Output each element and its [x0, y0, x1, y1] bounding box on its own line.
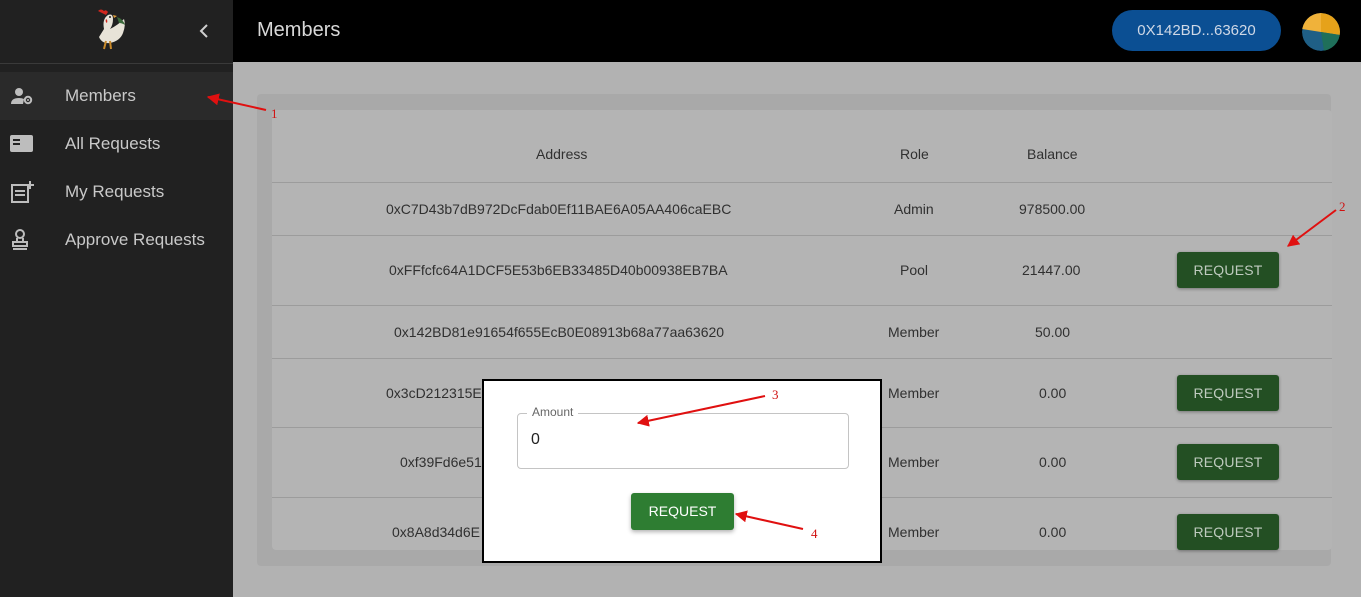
sidebar-header — [0, 0, 233, 64]
cell-address: 0xf39Fd6e51 — [400, 454, 482, 470]
annotation-label-1: 1 — [271, 106, 278, 121]
cell-role: Pool — [900, 262, 929, 278]
request-button[interactable]: REQUEST — [1177, 514, 1279, 550]
dialog-request-button[interactable]: REQUEST — [631, 493, 734, 530]
cell-role: Member — [888, 454, 940, 470]
cell-balance: 0.00 — [1039, 524, 1067, 540]
cell-balance: 978500.00 — [1019, 201, 1086, 217]
cell-role: Member — [888, 324, 940, 340]
cell-address: 0x8A8d34d6E — [392, 524, 480, 540]
divider — [272, 305, 1332, 306]
cell-balance: 0.00 — [1039, 385, 1067, 401]
annotation-label-4: 4 — [811, 526, 818, 541]
column-header-address: Address — [536, 146, 588, 162]
account-avatar-icon[interactable] — [1302, 13, 1340, 51]
cell-address: 0xC7D43b7dB972DcFdab0Ef11BAE6A05AA406caE… — [386, 201, 732, 217]
divider — [272, 358, 1332, 359]
stamp-icon — [12, 229, 28, 250]
note-add-icon — [11, 181, 34, 203]
column-header-role: Role — [900, 146, 929, 162]
rooster-logo-icon — [98, 9, 125, 50]
divider — [272, 182, 1332, 183]
annotation-label-2: 2 — [1339, 199, 1346, 214]
top-bar: Members 0X142BD...63620 — [233, 0, 1361, 62]
cell-address: 0xFFfcfc64A1DCF5E53b6EB33485D40b00938EB7… — [389, 262, 728, 278]
amount-field-label: Amount — [527, 405, 579, 419]
cell-balance: 21447.00 — [1022, 262, 1081, 278]
members-gear-icon — [11, 88, 33, 105]
sidebar: Members All Requests My Requests Approve… — [0, 0, 233, 597]
request-button[interactable]: REQUEST — [1177, 252, 1279, 288]
wallet-address-button[interactable]: 0X142BD...63620 — [1112, 10, 1281, 51]
chevron-left-icon[interactable] — [194, 20, 214, 42]
sidebar-item-label: Members — [65, 86, 136, 105]
column-header-balance: Balance — [1027, 146, 1078, 162]
request-button[interactable]: REQUEST — [1177, 444, 1279, 480]
cell-address: 0x142BD81e91654f655EcB0E08913b68a77aa636… — [394, 324, 725, 340]
sidebar-item-my-requests[interactable]: My Requests — [0, 168, 233, 216]
sidebar-item-label: Approve Requests — [65, 230, 205, 249]
annotation-label-3: 3 — [772, 387, 779, 402]
amount-input[interactable] — [531, 431, 831, 449]
sidebar-item-all-requests[interactable]: All Requests — [0, 120, 233, 168]
sidebar-item-label: My Requests — [65, 182, 165, 201]
request-dialog: Amount REQUEST — [482, 379, 882, 563]
sidebar-item-approve-requests[interactable]: Approve Requests — [0, 216, 233, 264]
folder-icon — [10, 135, 33, 152]
cell-role: Member — [888, 385, 940, 401]
cell-role: Member — [888, 524, 940, 540]
divider — [272, 235, 1332, 236]
page-title: Members — [257, 19, 341, 41]
amount-field[interactable]: Amount — [517, 405, 849, 469]
cell-balance: 0.00 — [1039, 454, 1067, 470]
cell-balance: 50.00 — [1035, 324, 1071, 340]
sidebar-item-label: All Requests — [65, 134, 161, 153]
cell-role: Admin — [894, 201, 934, 217]
request-button[interactable]: REQUEST — [1177, 375, 1279, 411]
sidebar-item-members[interactable]: Members — [0, 72, 233, 120]
